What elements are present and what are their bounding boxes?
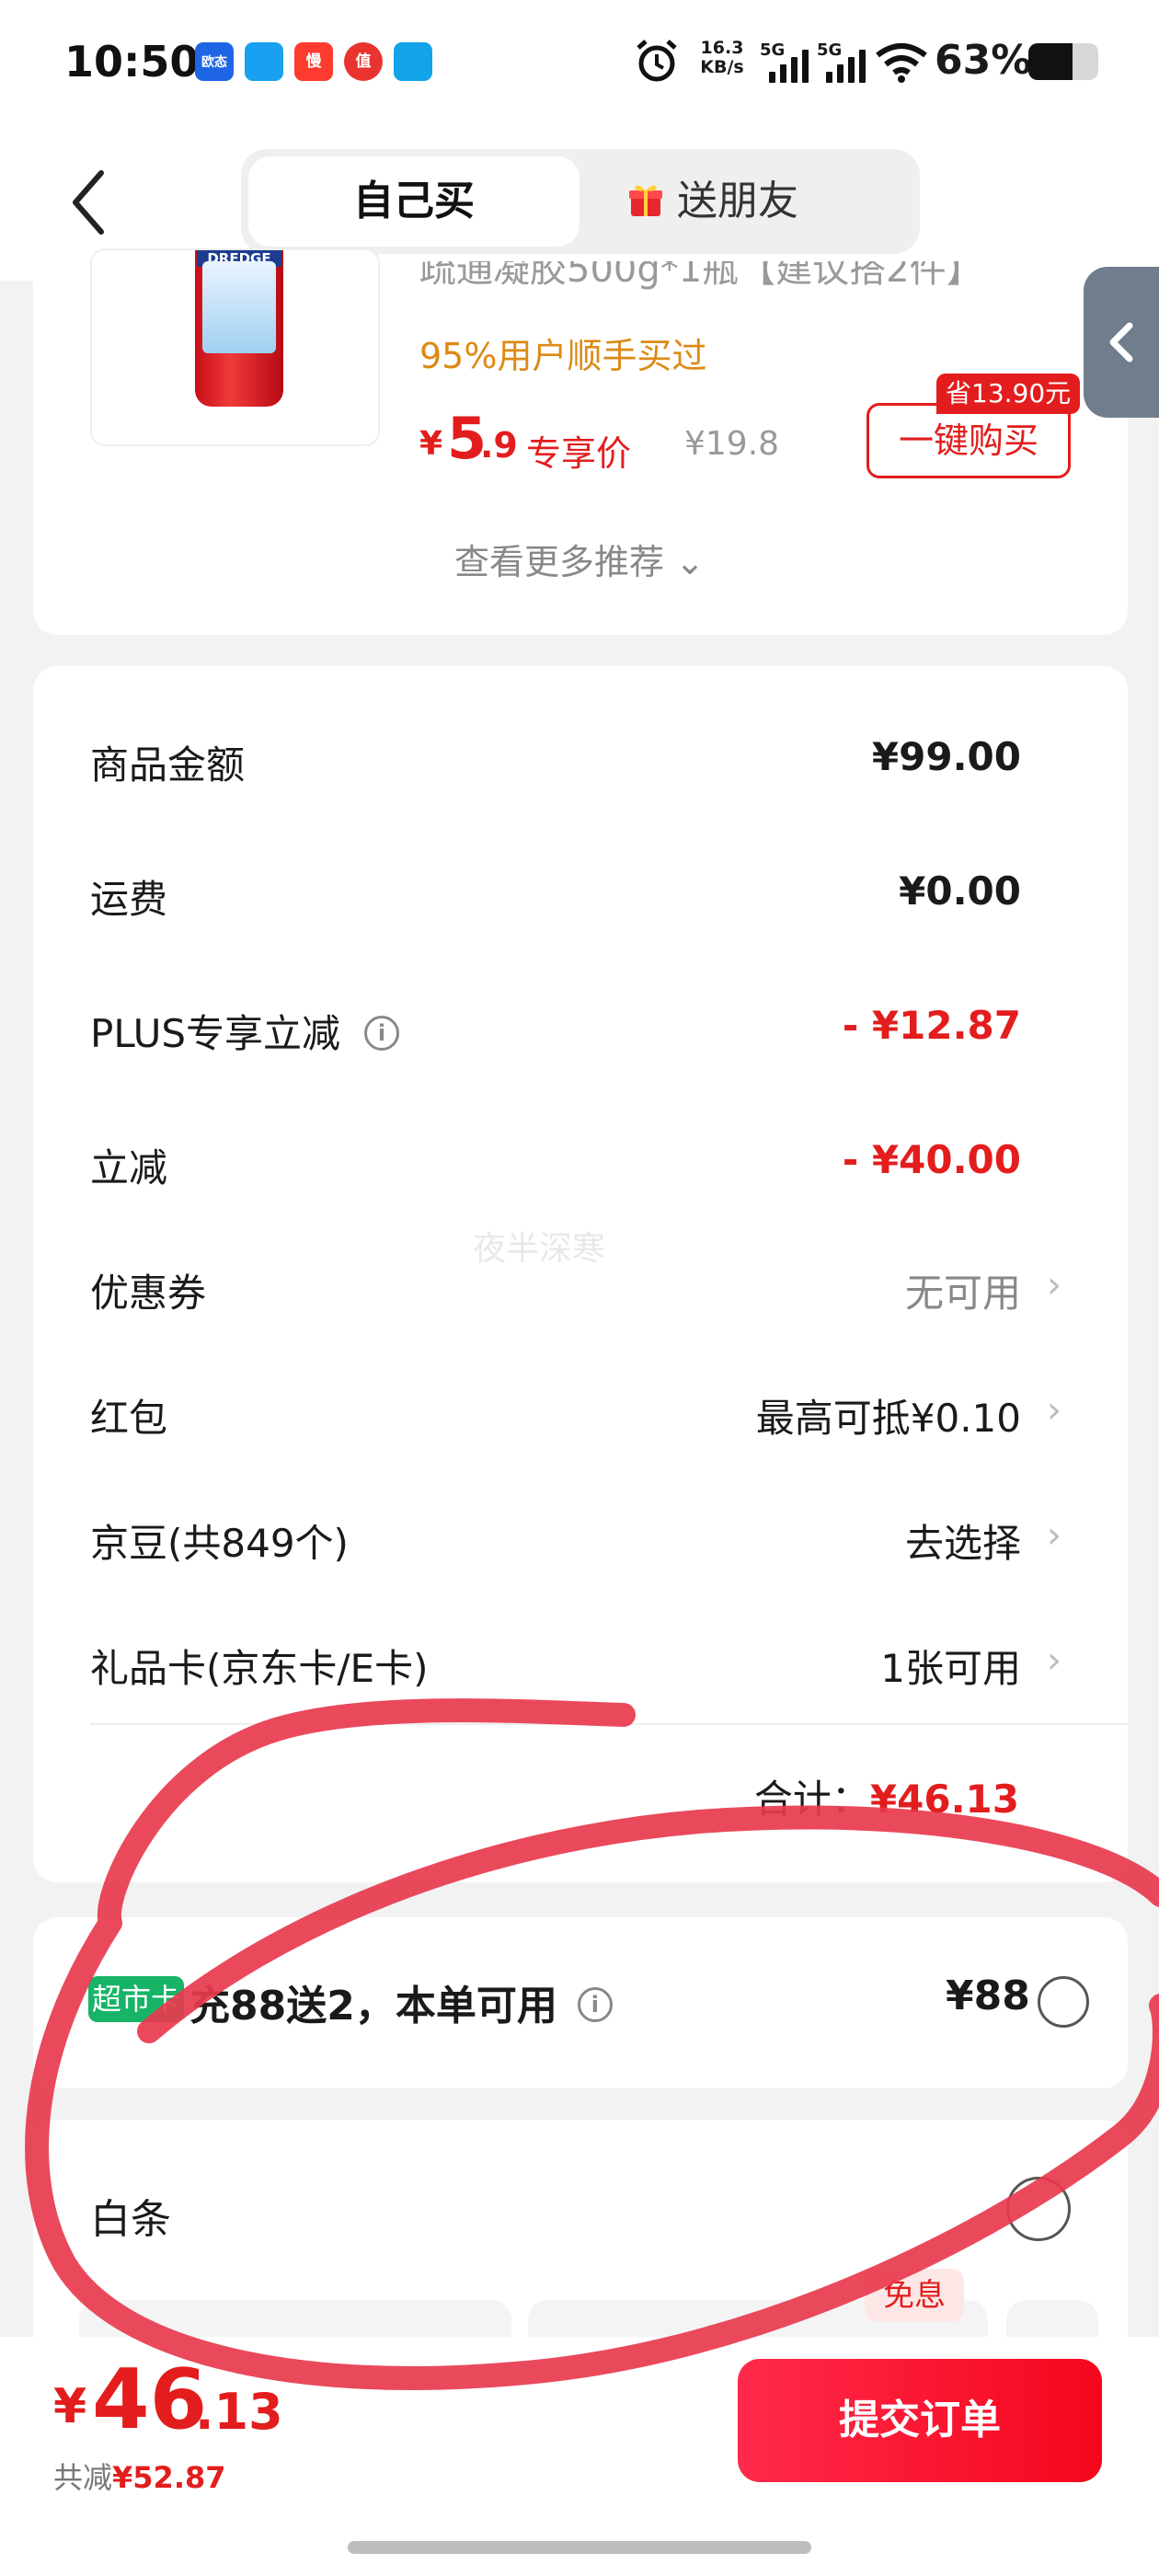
bottom-total-int: 46 bbox=[92, 2352, 208, 2448]
app-icon-1: 欧态 bbox=[195, 42, 234, 81]
total-label: 合计： bbox=[753, 1777, 870, 1822]
divider bbox=[90, 1723, 1128, 1725]
supermarket-radio[interactable] bbox=[1038, 1976, 1089, 2028]
tab-self-buy[interactable]: 自己买 bbox=[248, 156, 580, 247]
summary-row-plus-discount: PLUS专享立减 i - ¥12.87 bbox=[90, 1003, 1021, 1056]
supermarket-offer: 充88送2，本单可用 i bbox=[189, 1972, 613, 2031]
product-image[interactable]: DREDGE bbox=[90, 248, 380, 446]
side-drawer-tab[interactable] bbox=[1084, 267, 1159, 418]
price-dec: .9 bbox=[480, 425, 518, 466]
submit-order-button[interactable]: 提交订单 bbox=[738, 2359, 1102, 2482]
free-interest-tag: 免息 bbox=[865, 2269, 964, 2322]
home-indicator bbox=[348, 2541, 811, 2554]
app-icon-2 bbox=[245, 42, 283, 81]
signal-icon-1: 5G bbox=[760, 40, 820, 85]
tab-gift-friend[interactable]: 送朋友 bbox=[627, 156, 903, 247]
signal-icon-2: 5G bbox=[817, 40, 878, 85]
summary-row-shipping: 运费 ¥0.00 bbox=[90, 868, 1021, 922]
bottom-total-yen: ¥ bbox=[53, 2379, 87, 2434]
battery-icon bbox=[1028, 43, 1098, 80]
app-icon-5 bbox=[394, 42, 432, 81]
summary-row-goods-amount: 商品金额 ¥99.00 bbox=[90, 734, 1021, 788]
chevron-right-icon: › bbox=[1047, 1639, 1061, 1682]
net-speed: 16.3 KB/s bbox=[700, 38, 744, 77]
baitiao-label: 白条 bbox=[90, 2196, 171, 2243]
bottom-total-dec: .13 bbox=[195, 2383, 283, 2441]
chevron-right-icon: › bbox=[1047, 1514, 1061, 1557]
bought-rate: 95%用户顺手买过 bbox=[419, 336, 707, 376]
price-yen: ¥ bbox=[419, 425, 443, 463]
battery-percent: 63% bbox=[935, 37, 1032, 84]
alarm-icon bbox=[637, 40, 677, 82]
app-icon-4: 值 bbox=[344, 42, 383, 81]
summary-row-instant-discount: 立减 - ¥40.00 bbox=[90, 1137, 1021, 1190]
purchase-mode-toggle: 自己买 送朋友 bbox=[241, 149, 920, 254]
baitiao-radio[interactable] bbox=[1006, 2177, 1071, 2241]
save-tag: 省13.90元 bbox=[936, 374, 1081, 414]
vip-price-label: 专享价 bbox=[526, 433, 632, 474]
bottom-saved: 共减¥52.87 bbox=[53, 2460, 226, 2495]
wifi-icon bbox=[876, 43, 927, 83]
chevron-down-icon: ⌄ bbox=[675, 542, 705, 582]
tab-gift-label: 送朋友 bbox=[677, 178, 798, 224]
app-icon-3: 慢 bbox=[294, 42, 333, 81]
status-time: 10:50 bbox=[64, 37, 200, 86]
chevron-left-icon bbox=[1109, 322, 1133, 362]
summary-row-gift-card[interactable]: 礼品卡(京东卡/E卡) 1张可用 › bbox=[90, 1627, 1065, 1700]
back-arrow-icon[interactable] bbox=[61, 166, 116, 239]
supermarket-tag: 超市卡 bbox=[88, 1976, 184, 2022]
summary-row-coupon[interactable]: 优惠券 无可用 › bbox=[90, 1251, 1065, 1325]
gift-icon bbox=[629, 185, 662, 216]
one-click-buy-button[interactable]: 一键购买 bbox=[866, 403, 1071, 478]
info-icon[interactable]: i bbox=[577, 1987, 613, 2022]
original-price: ¥19.8 bbox=[684, 425, 780, 463]
chevron-right-icon: › bbox=[1047, 1264, 1061, 1306]
order-total: 合计：¥46.13 bbox=[90, 1768, 1019, 1823]
total-value: ¥46.13 bbox=[869, 1777, 1019, 1822]
summary-row-jd-beans[interactable]: 京豆(共849个) 去选择 › bbox=[90, 1501, 1065, 1575]
supermarket-price: ¥88 bbox=[946, 1972, 1030, 2019]
chevron-right-icon: › bbox=[1047, 1389, 1061, 1432]
more-recommend-link[interactable]: 查看更多推荐 ⌄ bbox=[0, 534, 1159, 584]
info-icon[interactable]: i bbox=[364, 1015, 400, 1051]
product-bottle-graphic: DREDGE bbox=[195, 250, 283, 407]
summary-row-red-packet[interactable]: 红包 最高可抵¥0.10 › bbox=[90, 1376, 1065, 1450]
status-bar: 10:50 欧态 慢 值 16.3 KB/s 5G 5G 63% bbox=[0, 0, 1159, 129]
